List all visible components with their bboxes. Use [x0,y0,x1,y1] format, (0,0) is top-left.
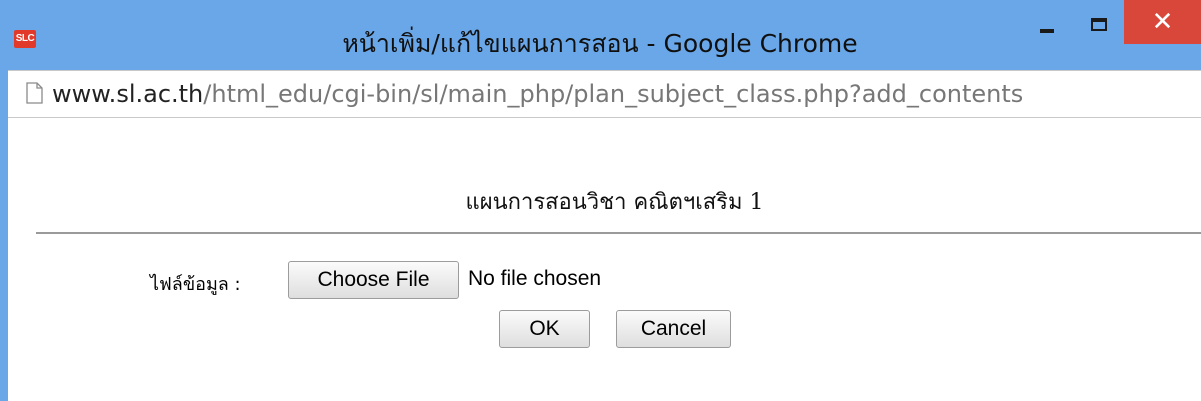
close-button[interactable]: ✕ [1124,0,1201,44]
ok-button[interactable]: OK [499,310,590,348]
file-status-text: No file chosen [468,267,602,290]
page-title: แผนการสอนวิชา คณิตฯเสริม 1 [465,190,764,215]
url-path: /html_edu/cgi-bin/sl/main_php/plan_subje… [203,80,1024,108]
file-field-label: ไฟล์ข้อมูล : [150,274,241,295]
url-host: www.sl.ac.th [52,80,204,108]
minimize-button[interactable] [1020,0,1074,44]
window-title: หน้าเพิ่ม/แก้ไขแผนการสอน - Google Chrome [342,29,858,58]
title-bar[interactable]: SLC หน้าเพิ่ม/แก้ไขแผนการสอน - Google Ch… [0,0,1201,70]
file-upload-row: ไฟล์ข้อมูล : Choose File No file chosen [8,260,1201,300]
maximize-icon [1091,18,1107,31]
maximize-button[interactable] [1074,0,1124,44]
minimize-icon [1040,29,1054,33]
app-logo-icon: SLC [14,30,36,48]
choose-file-button[interactable]: Choose File [288,261,459,299]
browser-window: SLC หน้าเพิ่ม/แก้ไขแผนการสอน - Google Ch… [0,0,1201,401]
page-icon [26,82,43,104]
divider [36,232,1201,234]
url-text[interactable]: www.sl.ac.th/html_edu/cgi-bin/sl/main_ph… [52,79,1023,109]
close-icon: ✕ [1151,7,1174,37]
cancel-button[interactable]: Cancel [616,310,731,348]
page-content: แผนการสอนวิชา คณิตฯเสริม 1 ไฟล์ข้อมูล : … [8,118,1201,401]
address-bar[interactable]: www.sl.ac.th/html_edu/cgi-bin/sl/main_ph… [8,70,1201,118]
